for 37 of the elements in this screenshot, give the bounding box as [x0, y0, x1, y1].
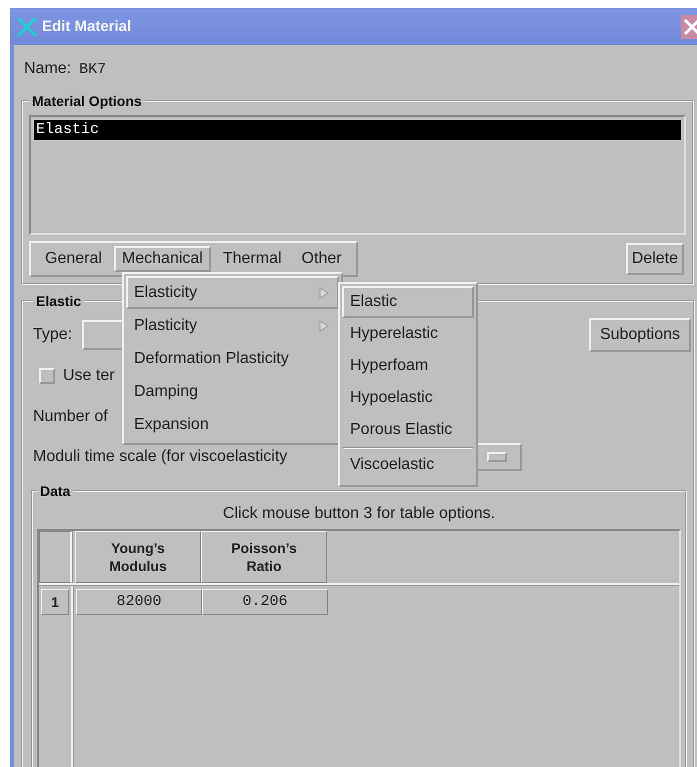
group-title: Material Options — [31, 93, 143, 109]
name-label: Name: — [24, 60, 72, 78]
menu-item[interactable]: Viscoelastic — [342, 447, 474, 483]
menu-item[interactable]: Damping — [126, 375, 339, 408]
menu-item[interactable]: Deformation Plasticity — [126, 342, 339, 375]
submenu-arrow-icon — [319, 286, 329, 298]
table-hint: Click mouse button 3 for table options. — [222, 504, 496, 524]
delete-button[interactable]: Delete — [626, 243, 684, 275]
menu-item[interactable]: Porous Elastic — [342, 414, 474, 446]
type-label: Type: — [33, 326, 72, 344]
suboptions-button[interactable]: Suboptions — [588, 318, 691, 352]
group-title: Elastic — [35, 293, 82, 309]
column-header[interactable]: Poisson’s Ratio — [201, 531, 327, 583]
menu-item[interactable]: Expansion — [126, 408, 339, 441]
corner-cell — [39, 531, 73, 583]
menu-button[interactable]: Mechanical — [114, 246, 211, 272]
table-cell[interactable]: 0.206 — [202, 589, 328, 615]
row-header[interactable]: 1 — [41, 589, 69, 615]
menu-item[interactable]: Elastic — [342, 286, 474, 318]
checkbox-label: Use ter — [63, 367, 115, 385]
name-value: BK7 — [79, 60, 106, 78]
moduli-label: Moduli time scale (for viscoelasticity — [33, 448, 288, 466]
x-logo-icon — [16, 16, 38, 38]
menu-item[interactable]: Plasticity — [126, 309, 339, 342]
column-header[interactable]: Young’s Modulus — [75, 531, 201, 583]
submenu-arrow-icon — [319, 320, 329, 332]
checkbox[interactable] — [39, 368, 55, 384]
menu-item[interactable]: Elasticity — [126, 276, 339, 309]
window-title: Edit Material — [42, 18, 132, 35]
number-label: Number of — [33, 408, 108, 426]
group-title: Data — [39, 483, 72, 499]
list-item[interactable]: Elastic — [34, 120, 681, 140]
menu-item[interactable]: Hypoelastic — [342, 382, 474, 414]
menu-item[interactable]: Hyperfoam — [342, 350, 474, 382]
table-cell[interactable]: 82000 — [76, 589, 202, 615]
menu-item[interactable]: Hyperelastic — [342, 318, 474, 350]
close-icon[interactable] — [681, 14, 697, 38]
